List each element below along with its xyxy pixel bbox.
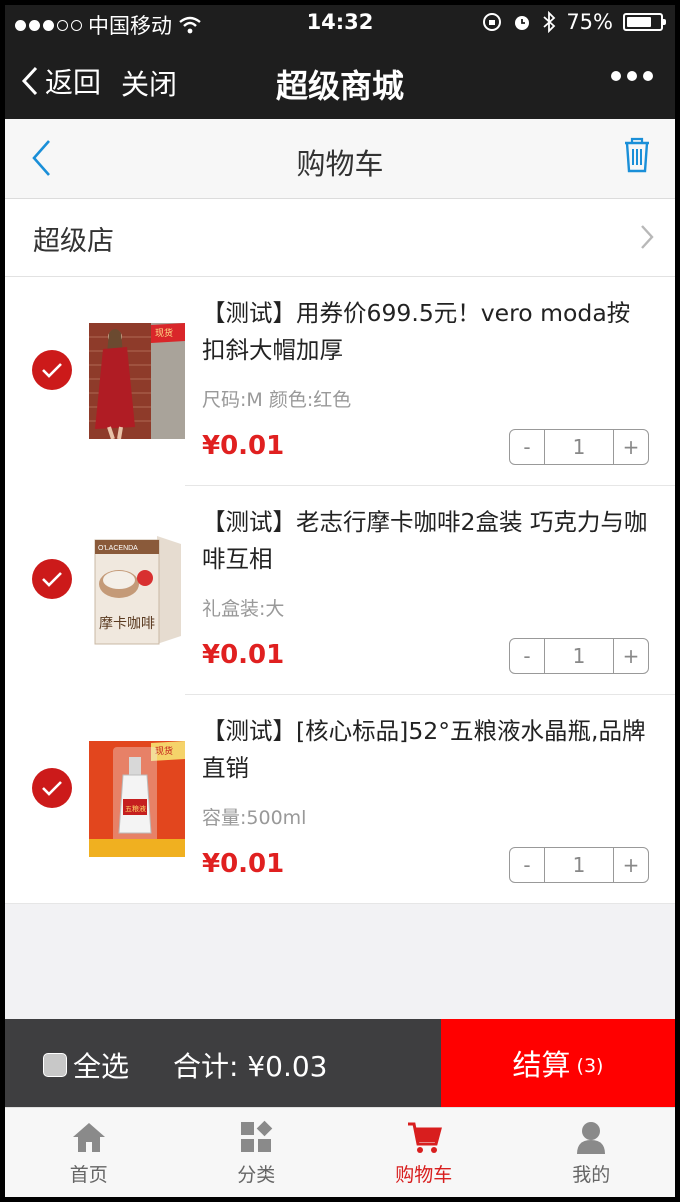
item-price: ¥0.01: [202, 640, 285, 670]
more-menu-icon[interactable]: [611, 71, 653, 81]
decrease-button[interactable]: -: [510, 848, 544, 882]
cart-icon: [407, 1122, 442, 1153]
nav-bar: 返回 关闭 超级商城: [5, 41, 675, 119]
tab-label: 我的: [572, 1164, 611, 1186]
bluetooth-icon: [543, 11, 556, 33]
item-price: ¥0.01: [202, 431, 285, 461]
item-name[interactable]: 【测试】用券价699.5元！vero moda按扣斜大帽加厚: [202, 295, 652, 369]
quantity-stepper: - 1 +: [509, 847, 649, 883]
tab-profile[interactable]: 我的: [508, 1108, 676, 1197]
shop-row[interactable]: 超级店: [5, 199, 675, 277]
category-icon: [241, 1120, 273, 1152]
check-icon: [42, 781, 62, 796]
trash-icon[interactable]: [621, 135, 653, 175]
item-checkbox[interactable]: [32, 350, 72, 390]
battery-percent: 75%: [566, 10, 613, 34]
tab-label: 购物车: [395, 1164, 453, 1186]
item-spec: 礼盒装:大: [202, 598, 285, 620]
check-icon: [42, 572, 62, 587]
cart-item[interactable]: O'LACENDA 摩卡咖啡 【测试】老志行摩卡咖啡2盒装 巧克力与咖啡互相 礼…: [5, 486, 675, 695]
increase-button[interactable]: +: [614, 639, 648, 673]
item-spec: 容量:500ml: [202, 807, 307, 829]
quantity-value[interactable]: 1: [544, 848, 614, 882]
stock-badge: 现货: [155, 327, 173, 338]
checkout-button[interactable]: 结算 (3): [441, 1019, 675, 1107]
status-right: 75%: [482, 10, 666, 34]
select-all-toggle[interactable]: 全选: [43, 1045, 129, 1085]
home-icon: [72, 1123, 105, 1152]
select-all-label: 全选: [73, 1050, 130, 1083]
quantity-value[interactable]: 1: [544, 639, 614, 673]
cart-total: 合计: ¥0.03: [173, 1050, 328, 1083]
battery-icon: [623, 13, 666, 31]
tab-cart[interactable]: 购物车: [340, 1108, 508, 1197]
checkout-label: 结算: [512, 1048, 571, 1082]
product-image-coffee[interactable]: O'LACENDA 摩卡咖啡: [89, 532, 185, 648]
decrease-button[interactable]: -: [510, 430, 544, 464]
quantity-stepper: - 1 +: [509, 638, 649, 674]
page-header: 购物车: [5, 119, 675, 199]
alarm-icon: [515, 16, 530, 30]
rotation-lock-icon: [483, 13, 502, 31]
checkout-bar: 全选 合计: ¥0.03 结算 (3): [5, 1019, 675, 1107]
user-icon: [577, 1122, 606, 1154]
nav-title: 超级商城: [275, 67, 404, 105]
checkout-count: (3): [576, 1055, 604, 1077]
item-checkbox[interactable]: [32, 768, 72, 808]
coffee-label: 摩卡咖啡: [99, 615, 155, 632]
item-spec: 尺码:M 颜色:红色: [202, 389, 352, 411]
product-image-liquor[interactable]: 现货 五粮液: [89, 741, 185, 857]
bottle-label: 五粮液: [125, 804, 146, 813]
item-name[interactable]: 【测试】[核心标品]52°五粮液水晶瓶,品牌直销: [202, 713, 652, 787]
quantity-value[interactable]: 1: [544, 430, 614, 464]
tab-category[interactable]: 分类: [173, 1108, 341, 1197]
increase-button[interactable]: +: [614, 848, 648, 882]
quantity-stepper: - 1 +: [509, 429, 649, 465]
coffee-brand: O'LACENDA: [98, 545, 138, 552]
cart-item[interactable]: 现货 五粮液 【测试】[核心标品]52°五粮液水晶瓶,品牌直销 容量:500ml…: [5, 695, 675, 904]
app-frame: 中国移动 14:32 75% 返回 关闭 超级商城 购物车 超级店 现货 【测试…: [5, 5, 675, 1197]
decrease-button[interactable]: -: [510, 639, 544, 673]
item-divider: [5, 903, 675, 904]
item-checkbox[interactable]: [32, 559, 72, 599]
cart-item[interactable]: 现货 【测试】用券价699.5元！vero moda按扣斜大帽加厚 尺码:M 颜…: [5, 277, 675, 486]
tab-label: 首页: [69, 1164, 108, 1186]
page-title: 购物车: [296, 147, 384, 181]
tab-home[interactable]: 首页: [5, 1108, 173, 1197]
cart-item-list: 现货 【测试】用券价699.5元！vero moda按扣斜大帽加厚 尺码:M 颜…: [5, 277, 675, 904]
item-price: ¥0.01: [202, 849, 285, 879]
shop-name: 超级店: [33, 226, 114, 257]
stock-badge: 现货: [155, 745, 173, 756]
status-bar: 中国移动 14:32 75%: [5, 5, 675, 41]
tab-bar: 首页 分类 购物车 我的: [5, 1107, 675, 1197]
increase-button[interactable]: +: [614, 430, 648, 464]
select-all-checkbox[interactable]: [43, 1053, 67, 1077]
item-name[interactable]: 【测试】老志行摩卡咖啡2盒装 巧克力与咖啡互相: [202, 504, 652, 578]
chevron-right-icon: [641, 225, 654, 249]
check-icon: [42, 363, 62, 378]
product-image-coat[interactable]: 现货: [89, 323, 185, 439]
tab-label: 分类: [237, 1164, 276, 1186]
